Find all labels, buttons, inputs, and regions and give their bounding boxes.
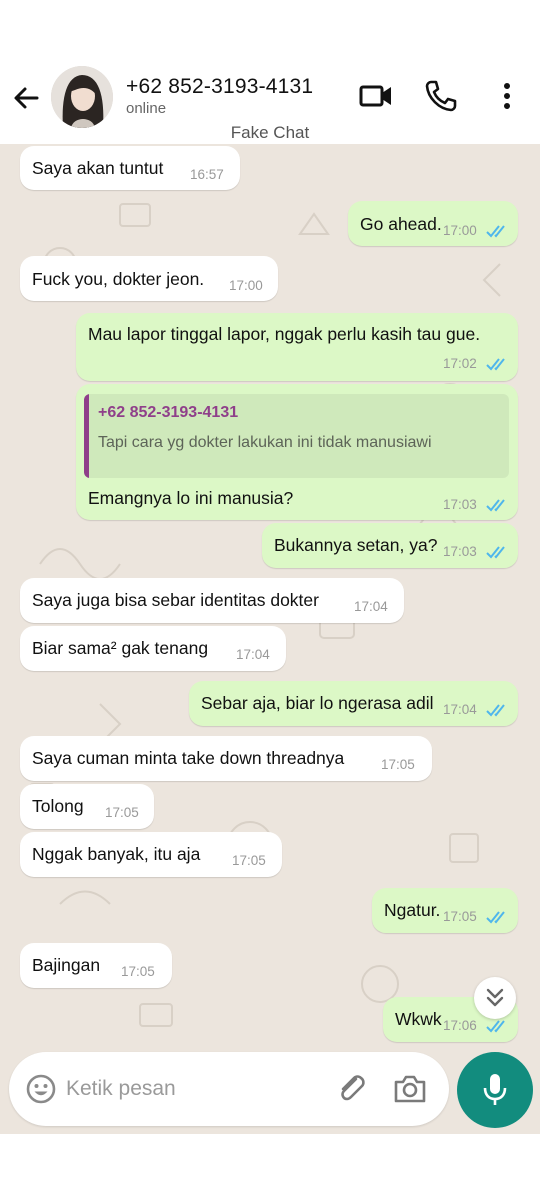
message-text: Saya juga bisa sebar identitas dokter [32, 590, 319, 610]
message-in[interactable]: Nggak banyak, itu aja 17:05 [20, 832, 282, 877]
contact-name[interactable]: +62 852-3193-4131 [126, 75, 313, 99]
voice-record-button[interactable] [457, 1052, 533, 1128]
quoted-sender: +62 852-3193-4131 [98, 404, 239, 421]
message-time: 17:00 [443, 223, 477, 238]
message-out[interactable]: Bukannya setan, ya? 17:03 [262, 523, 518, 568]
message-text: Bukannya setan, ya? [274, 535, 438, 555]
message-out-reply[interactable]: +62 852-3193-4131 Tapi cara yg dokter la… [76, 384, 518, 520]
message-time: 17:04 [354, 599, 388, 614]
message-time: 17:05 [105, 805, 139, 820]
read-ticks-icon [486, 358, 505, 371]
message-in[interactable]: Saya juga bisa sebar identitas dokter 17… [20, 578, 404, 623]
message-text: Tolong [32, 796, 84, 816]
message-time: 17:00 [229, 278, 263, 293]
read-ticks-icon [486, 1020, 505, 1033]
message-in[interactable]: Saya cuman minta take down threadnya 17:… [20, 736, 432, 781]
watermark-label: Fake Chat [230, 123, 310, 142]
message-text: Biar sama² gak tenang [32, 638, 209, 658]
message-time: 17:05 [121, 964, 155, 979]
message-text: Sebar aja, biar lo ngerasa adil [201, 693, 434, 713]
message-in[interactable]: Saya akan tuntut 16:57 [20, 146, 240, 190]
message-input[interactable]: Ketik pesan [66, 1077, 176, 1101]
message-in[interactable]: Biar sama² gak tenang 17:04 [20, 626, 286, 671]
quoted-text: Tapi cara yg dokter lakukan ini tidak ma… [98, 434, 432, 451]
message-time: 17:04 [443, 702, 477, 717]
message-text: Nggak banyak, itu aja [32, 844, 201, 864]
contact-status: online [126, 100, 167, 117]
avatar[interactable] [51, 66, 113, 128]
message-in[interactable]: Bajingan 17:05 [20, 943, 172, 988]
more-vertical-icon[interactable] [490, 78, 526, 114]
message-text: Ngatur. [384, 900, 441, 920]
message-in[interactable]: Tolong 17:05 [20, 784, 154, 829]
message-text: Bajingan [32, 955, 101, 975]
message-in[interactable]: Fuck you, dokter jeon. 17:00 [20, 256, 278, 301]
message-list[interactable]: Saya akan tuntut 16:57 Go ahead. 17:00 F… [0, 144, 540, 1134]
phone-icon[interactable] [423, 78, 459, 114]
message-out[interactable]: Ngatur. 17:05 [372, 888, 518, 933]
message-text: Saya akan tuntut [32, 158, 164, 178]
message-time: 17:06 [443, 1018, 477, 1033]
quoted-message[interactable]: +62 852-3193-4131 Tapi cara yg dokter la… [84, 394, 509, 478]
message-text: Wkwk [395, 1009, 442, 1029]
message-text: Go ahead. [360, 214, 442, 234]
message-time: 17:05 [232, 853, 266, 868]
message-text: Mau lapor tinggal lapor, nggak perlu kas… [88, 324, 481, 344]
message-time: 17:05 [443, 909, 477, 924]
message-text: Saya cuman minta take down threadnya [32, 748, 345, 768]
back-arrow-icon[interactable] [10, 82, 42, 114]
message-out[interactable]: Sebar aja, biar lo ngerasa adil 17:04 [189, 681, 518, 726]
mic-icon [483, 1074, 507, 1105]
message-time: 17:03 [443, 497, 477, 512]
scroll-to-bottom-button[interactable] [474, 977, 516, 1019]
attach-icon[interactable] [334, 1071, 370, 1107]
read-ticks-icon [486, 911, 505, 924]
message-time: 17:02 [443, 356, 477, 371]
video-call-icon[interactable] [358, 78, 394, 114]
camera-icon[interactable] [393, 1073, 427, 1105]
read-ticks-icon [486, 499, 505, 512]
quote-accent-bar [84, 394, 89, 478]
message-time: 16:57 [190, 167, 224, 182]
message-text: Fuck you, dokter jeon. [32, 269, 205, 289]
message-out[interactable]: Go ahead. 17:00 [348, 201, 518, 246]
double-chevron-down-icon [486, 988, 504, 1007]
emoji-icon[interactable] [25, 1073, 57, 1105]
read-ticks-icon [486, 546, 505, 559]
message-time: 17:03 [443, 544, 477, 559]
message-text: Emangnya lo ini manusia? [88, 488, 294, 508]
message-out[interactable]: Mau lapor tinggal lapor, nggak perlu kas… [76, 313, 518, 381]
message-time: 17:04 [236, 647, 270, 662]
message-composer[interactable]: Ketik pesan [9, 1052, 449, 1126]
read-ticks-icon [486, 704, 505, 717]
message-time: 17:05 [381, 757, 415, 772]
read-ticks-icon [486, 225, 505, 238]
